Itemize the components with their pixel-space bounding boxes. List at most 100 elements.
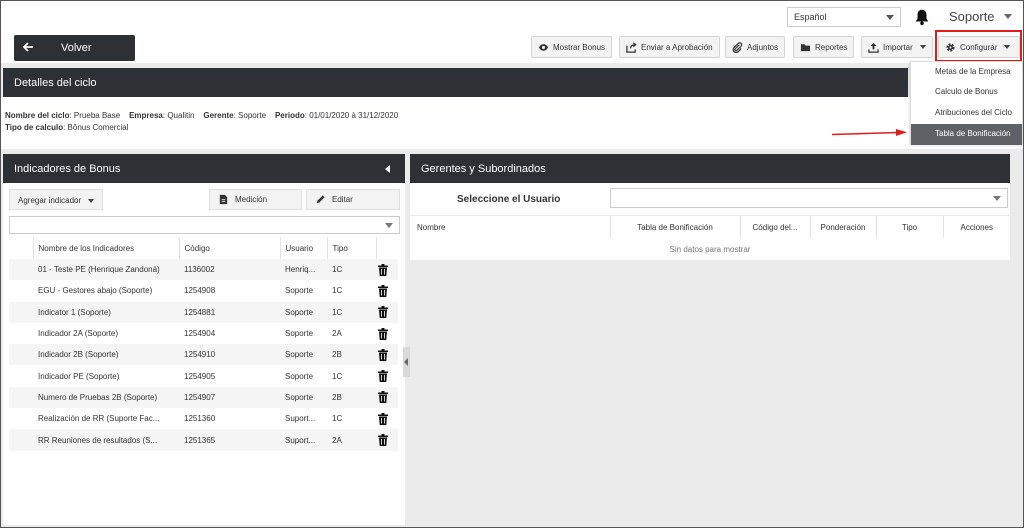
show-bonus-button[interactable]: Mostrar Bonus bbox=[531, 36, 613, 58]
delete-indicator-button[interactable] bbox=[376, 301, 398, 323]
import-label: Importar bbox=[883, 42, 913, 52]
indicator-code: 1254908 bbox=[184, 286, 216, 296]
delete-indicator-button[interactable] bbox=[376, 259, 398, 281]
trash-icon bbox=[378, 391, 388, 404]
row-spacer bbox=[9, 408, 33, 429]
indicator-type: 1C bbox=[332, 371, 343, 381]
toolbar: Volver Mostrar Bonus Enviar a Aprobación… bbox=[1, 33, 1023, 63]
indicator-name: 01 - Teste PE (Henrique Zandoná) bbox=[33, 259, 179, 281]
edit-button[interactable]: Editar bbox=[306, 189, 400, 210]
table-row[interactable]: Indicador 2A (Soporte) 1254904 Soporte 2A bbox=[9, 323, 398, 344]
indicator-type: 1C bbox=[327, 301, 376, 323]
table-header-row: Nombre de los Indicadores Código Usuario… bbox=[9, 237, 398, 259]
user-menu-name[interactable]: Soporte bbox=[949, 9, 995, 24]
language-select[interactable]: Español bbox=[787, 7, 901, 27]
top-bar: Español Soporte bbox=[1, 1, 1023, 33]
row-spacer bbox=[9, 429, 33, 451]
menu-item-bonus-table[interactable]: Tabla de Bonificación bbox=[911, 124, 1022, 145]
column-header-name[interactable]: Nombre de los Indicadores bbox=[33, 237, 180, 259]
collapse-arrow-icon bbox=[404, 358, 408, 366]
upload-icon bbox=[868, 42, 879, 53]
column-header-name[interactable]: Nombre bbox=[410, 216, 611, 238]
configure-dropdown-menu: Metas de la Empresa Calculo de Bonus Atr… bbox=[910, 61, 1023, 145]
table-row[interactable]: 01 - Teste PE (Henrique Zandoná) 1136002 H… bbox=[9, 259, 398, 281]
delete-indicator-button[interactable] bbox=[376, 408, 398, 429]
column-header-bonus-table[interactable]: Tabla de Bonificación bbox=[610, 216, 741, 238]
add-indicator-button[interactable]: Agregar indicador bbox=[9, 189, 103, 210]
column-header-code[interactable]: Código bbox=[179, 237, 281, 259]
cycle-info-line-2: Tipo de calculo: Bônus Comercial bbox=[5, 123, 129, 132]
delete-indicator-button[interactable] bbox=[376, 386, 398, 409]
indicator-user: Soporte bbox=[280, 386, 327, 409]
indicator-name: RR Reuniones de resultados (S... bbox=[33, 429, 179, 451]
chevron-down-icon[interactable] bbox=[1004, 14, 1012, 19]
measurement-button[interactable]: Medición bbox=[209, 189, 302, 210]
indicator-code: 1254905 bbox=[184, 371, 216, 381]
menu-item-cycle-assignments[interactable]: Atribuciones del Ciclo bbox=[911, 103, 1022, 124]
table-row[interactable]: Numero de Pruebas 2B (Soporte) 1254907 Sop… bbox=[9, 386, 398, 409]
user-select[interactable] bbox=[610, 188, 1008, 208]
column-header-actions bbox=[376, 237, 398, 259]
table-row[interactable]: Indicador 2B (Soporte) 1254910 Soporte 2B bbox=[9, 344, 398, 366]
edit-label: Editar bbox=[332, 195, 353, 204]
managers-table: Nombre Tabla de Bonificación Código del.… bbox=[410, 216, 1010, 260]
calc-type-value: Bônus Comercial bbox=[67, 123, 129, 132]
trash-icon bbox=[378, 306, 388, 319]
trash-icon bbox=[378, 284, 388, 297]
reports-button[interactable]: Reportes bbox=[793, 36, 855, 58]
manager-value: Soporte bbox=[238, 111, 267, 120]
manager-label: Gerente bbox=[203, 111, 234, 120]
column-header-weighting[interactable]: Ponderación bbox=[810, 216, 877, 238]
delete-indicator-button[interactable] bbox=[376, 323, 398, 344]
cycle-details-header: Detalles del ciclo bbox=[3, 68, 908, 97]
table-header-row: Nombre Tabla de Bonificación Código del.… bbox=[410, 216, 1010, 238]
back-button[interactable]: Volver bbox=[14, 35, 135, 61]
table-row[interactable]: RR Reuniones de resultados (S... 1251365 S… bbox=[9, 429, 398, 451]
indicator-user: Suport... bbox=[280, 429, 327, 451]
delete-indicator-button[interactable] bbox=[376, 429, 398, 451]
collapse-left-icon[interactable] bbox=[385, 165, 390, 173]
column-header-type[interactable]: Tipo bbox=[876, 216, 944, 238]
column-header-code[interactable]: Código del... bbox=[740, 216, 811, 238]
menu-item-company-goals[interactable]: Metas de la Empresa bbox=[911, 62, 1022, 83]
delete-indicator-button[interactable] bbox=[376, 344, 398, 366]
column-header-spacer bbox=[9, 237, 34, 259]
menu-item-bonus-calculation[interactable]: Calculo de Bonus bbox=[911, 82, 1022, 103]
chevron-down-icon bbox=[993, 196, 1001, 201]
delete-indicator-button[interactable] bbox=[376, 365, 398, 386]
trash-icon bbox=[378, 327, 388, 340]
trash-icon bbox=[378, 370, 388, 383]
import-button[interactable]: Importar bbox=[861, 36, 933, 58]
delete-indicator-button[interactable] bbox=[376, 280, 398, 301]
column-header-type[interactable]: Tipo bbox=[327, 237, 377, 259]
bell-icon[interactable] bbox=[913, 8, 931, 26]
cycle-info-line-1: Nombre del ciclo: Prueba Base Empresa: Q… bbox=[5, 111, 399, 120]
trash-icon bbox=[378, 412, 388, 425]
indicator-filter-select[interactable] bbox=[9, 216, 400, 234]
empty-row: Sin datos para mostrar bbox=[410, 238, 1010, 260]
table-row[interactable]: Indicator 1 (Soporte) 1254881 Soporte 1C bbox=[9, 301, 398, 323]
row-spacer bbox=[9, 259, 33, 281]
period-label: Periodo bbox=[274, 111, 305, 120]
attachments-button[interactable]: Adjuntos bbox=[725, 36, 786, 58]
table-row[interactable]: Indicador PE (Soporte) 1254905 Soporte 1C bbox=[9, 365, 398, 386]
trash-icon bbox=[378, 348, 388, 361]
indicator-user: Henriq... bbox=[280, 259, 327, 281]
language-value: Español bbox=[794, 12, 827, 22]
send-approval-button[interactable]: Enviar a Aprobación bbox=[619, 36, 720, 58]
attachments-label: Adjuntos bbox=[747, 42, 779, 52]
table-row[interactable]: Realización de RR (Suporte Fac... 1251360… bbox=[9, 408, 398, 429]
add-indicator-label: Agregar indicador bbox=[18, 196, 82, 205]
indicator-name: Realización de RR (Suporte Fac... bbox=[38, 414, 160, 424]
indicator-type: 2A bbox=[327, 429, 376, 451]
indicator-user: Soporte bbox=[285, 286, 314, 296]
annotation-arrow-icon bbox=[832, 129, 907, 136]
panel-splitter[interactable] bbox=[403, 347, 410, 377]
share-icon bbox=[626, 41, 637, 53]
configure-highlight-box bbox=[935, 30, 1022, 62]
indicator-code: 1251360 bbox=[184, 414, 216, 424]
column-header-actions[interactable]: Acciones bbox=[943, 216, 1010, 238]
indicators-panel: Agregar indicador Medición Editar Nombre… bbox=[3, 183, 405, 525]
table-row[interactable]: EGU - Gestores abajo (Soporte) 1254908 Sop… bbox=[9, 280, 398, 301]
column-header-user[interactable]: Usuario bbox=[280, 237, 328, 259]
